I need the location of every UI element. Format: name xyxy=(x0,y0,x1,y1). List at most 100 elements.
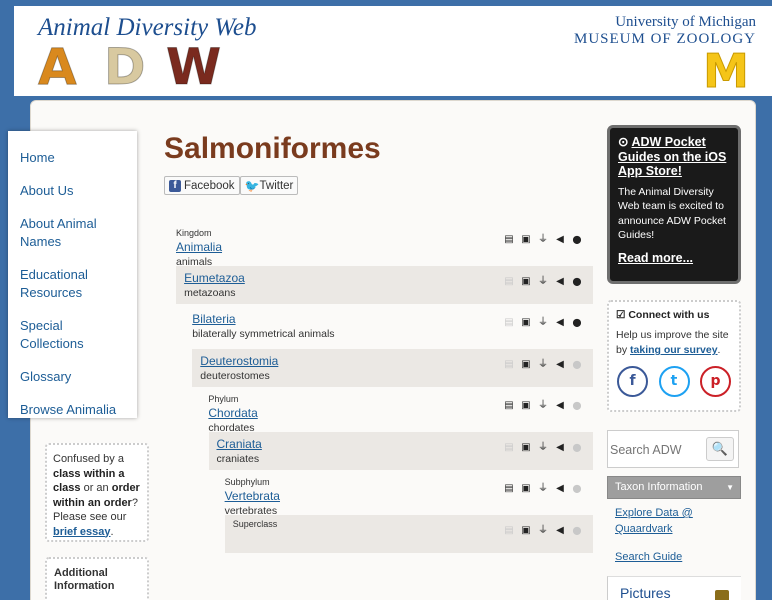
specimen-icon[interactable]: ⏚ xyxy=(537,317,549,329)
specimen-icon[interactable]: ⏚ xyxy=(537,234,549,246)
nav-browse-animalia[interactable]: Browse Animalia xyxy=(20,401,125,419)
text-icon[interactable]: ▤ xyxy=(503,359,515,371)
specimen-icon[interactable]: ⏚ xyxy=(537,276,549,288)
app-store-icon: ⊙ xyxy=(618,135,629,149)
logo-letter-w: W xyxy=(165,38,222,96)
specimen-icon[interactable]: ⏚ xyxy=(537,400,549,412)
nav-home[interactable]: Home xyxy=(20,149,125,167)
text-icon[interactable]: ▤ xyxy=(503,317,515,329)
taxon-information-select[interactable]: Taxon Information ▼ xyxy=(607,476,741,499)
brief-essay-link[interactable]: brief essay xyxy=(53,526,110,538)
twitter-icon: 🐦 xyxy=(244,178,260,193)
sound-icon[interactable]: ◀ xyxy=(554,317,566,329)
camera-icon[interactable]: ▣ xyxy=(520,317,532,329)
taxon-row-icons: ▤ ▣ ⏚ ◀ ⬤ xyxy=(498,234,583,246)
sound-icon[interactable]: ◀ xyxy=(554,276,566,288)
search-input[interactable] xyxy=(610,440,702,460)
promo-title[interactable]: ⊙ ADW Pocket Guides on the iOS App Store! xyxy=(618,135,730,179)
sound-icon[interactable]: ◀ xyxy=(554,525,566,537)
taxon-select-value: Taxon Information xyxy=(615,481,703,493)
text-icon[interactable]: ▤ xyxy=(503,525,515,537)
connect-box: ☑ Connect with us Help us improve the si… xyxy=(607,300,741,412)
check-icon: ☑ xyxy=(616,309,629,321)
text-icon[interactable]: ▤ xyxy=(503,234,515,246)
camera-icon[interactable]: ▣ xyxy=(520,234,532,246)
taxon-row: Subphylum Vertebrata vertebrates ▤ ▣ ⏚ ◀ ⬤ xyxy=(217,473,593,517)
page-title: Salmoniformes xyxy=(164,132,381,165)
nav-educational-resources[interactable]: Educational Resources xyxy=(20,266,125,302)
twitter-share-button[interactable]: 🐦 Twitter xyxy=(239,176,299,195)
block-m-logo[interactable]: M xyxy=(696,48,756,95)
sound-icon[interactable]: ◀ xyxy=(554,483,566,495)
map-pin-icon[interactable]: ⬤ xyxy=(571,317,583,329)
specimen-icon[interactable]: ⏚ xyxy=(537,359,549,371)
logo-letter-d: D xyxy=(104,38,147,96)
camera-icon[interactable]: ▣ xyxy=(520,442,532,454)
explore-data-link[interactable]: Explore Data @ Quaardvark xyxy=(615,505,725,537)
camera-icon[interactable]: ▣ xyxy=(520,359,532,371)
classification-note: Confused by a class within a class or an… xyxy=(45,443,149,542)
facebook-icon: f xyxy=(169,179,181,192)
nav-about-animal-names[interactable]: About Animal Names xyxy=(20,215,125,251)
taxon-row-icons: ▤ ▣ ⏚ ◀ ⬤ xyxy=(498,525,583,537)
camera-icon[interactable]: ▣ xyxy=(520,276,532,288)
taxon-common-name: deuterostomes xyxy=(200,369,270,382)
taxon-common-name: bilaterally symmetrical animals xyxy=(192,328,335,340)
camera-icon[interactable]: ▣ xyxy=(520,400,532,412)
taxon-row-icons: ▤ ▣ ⏚ ◀ ⬤ xyxy=(498,400,583,412)
connect-title-text: Connect with us xyxy=(628,309,710,321)
sound-icon[interactable]: ◀ xyxy=(554,442,566,454)
text-icon[interactable]: ▤ xyxy=(503,442,515,454)
text-icon[interactable]: ▤ xyxy=(503,276,515,288)
pictures-tab[interactable]: Pictures xyxy=(607,576,741,600)
promo-body: The Animal Diversity Web team is excited… xyxy=(618,185,726,242)
taxon-row: Bilateria bilaterally symmetrical animals… xyxy=(184,307,593,345)
nav-special-collections[interactable]: Special Collections xyxy=(20,317,125,353)
nav-about-us[interactable]: About Us xyxy=(20,182,125,200)
facebook-social-icon[interactable]: f xyxy=(617,366,648,397)
sound-icon[interactable]: ◀ xyxy=(554,400,566,412)
text-icon[interactable]: ▤ xyxy=(503,483,515,495)
taxon-row-icons: ▤ ▣ ⏚ ◀ ⬤ xyxy=(498,359,583,371)
university-name[interactable]: University of Michigan MUSEUM OF ZOOLOGY xyxy=(574,14,756,48)
adw-logo[interactable]: A D W xyxy=(38,38,248,96)
additional-information-title: Additional Information xyxy=(54,567,115,592)
taxon-row: Craniata craniates ▤ ▣ ⏚ ◀ ⬤ xyxy=(208,431,593,470)
connect-title: ☑ Connect with us xyxy=(616,308,732,322)
note-text-2: or an xyxy=(80,482,112,494)
map-pin-icon[interactable]: ⬤ xyxy=(571,234,583,246)
twitter-social-icon[interactable]: t xyxy=(658,366,690,397)
nav-glossary[interactable]: Glossary xyxy=(20,368,125,386)
map-pin-icon[interactable]: ⬤ xyxy=(571,359,583,371)
facebook-share-button[interactable]: f Facebook xyxy=(164,176,240,195)
sound-icon[interactable]: ◀ xyxy=(554,234,566,246)
map-pin-icon[interactable]: ⬤ xyxy=(571,525,583,537)
search-icon[interactable]: 🔍 xyxy=(706,437,734,461)
specimen-icon[interactable]: ⏚ xyxy=(537,483,549,495)
specimen-icon[interactable]: ⏚ xyxy=(537,442,549,454)
camera-icon[interactable]: ▣ xyxy=(520,525,532,537)
facebook-share-label: Facebook xyxy=(184,179,235,192)
taxon-row: Superclass ▤ ▣ ⏚ ◀ ⬤ xyxy=(224,514,593,553)
chevron-down-icon: ▼ xyxy=(726,483,734,492)
map-pin-icon[interactable]: ⬤ xyxy=(571,483,583,495)
social-buttons: f t p xyxy=(616,366,732,397)
map-pin-icon[interactable]: ⬤ xyxy=(571,276,583,288)
search-guide-link[interactable]: Search Guide xyxy=(615,549,682,565)
taxon-row: Phylum Chordata chordates ▤ ▣ ⏚ ◀ ⬤ xyxy=(200,390,593,434)
promo-read-more-link[interactable]: Read more... xyxy=(618,251,730,265)
taxon-common-name: craniates xyxy=(216,452,260,465)
map-pin-icon[interactable]: ⬤ xyxy=(571,400,583,412)
text-icon[interactable]: ▤ xyxy=(503,400,515,412)
survey-link[interactable]: taking our survey xyxy=(630,344,718,356)
camera-icon[interactable]: ▣ xyxy=(520,483,532,495)
pinterest-social-icon[interactable]: p xyxy=(700,366,731,397)
connect-body: Help us improve the site by taking our s… xyxy=(616,328,732,358)
search-box: 🔍 xyxy=(607,430,739,468)
specimen-icon[interactable]: ⏚ xyxy=(537,525,549,537)
taxon-common-name: metazoans xyxy=(184,286,236,299)
note-text-1: Confused by a xyxy=(53,453,124,465)
logo-letter-a: A xyxy=(38,38,78,96)
map-pin-icon[interactable]: ⬤ xyxy=(571,442,583,454)
sound-icon[interactable]: ◀ xyxy=(554,359,566,371)
